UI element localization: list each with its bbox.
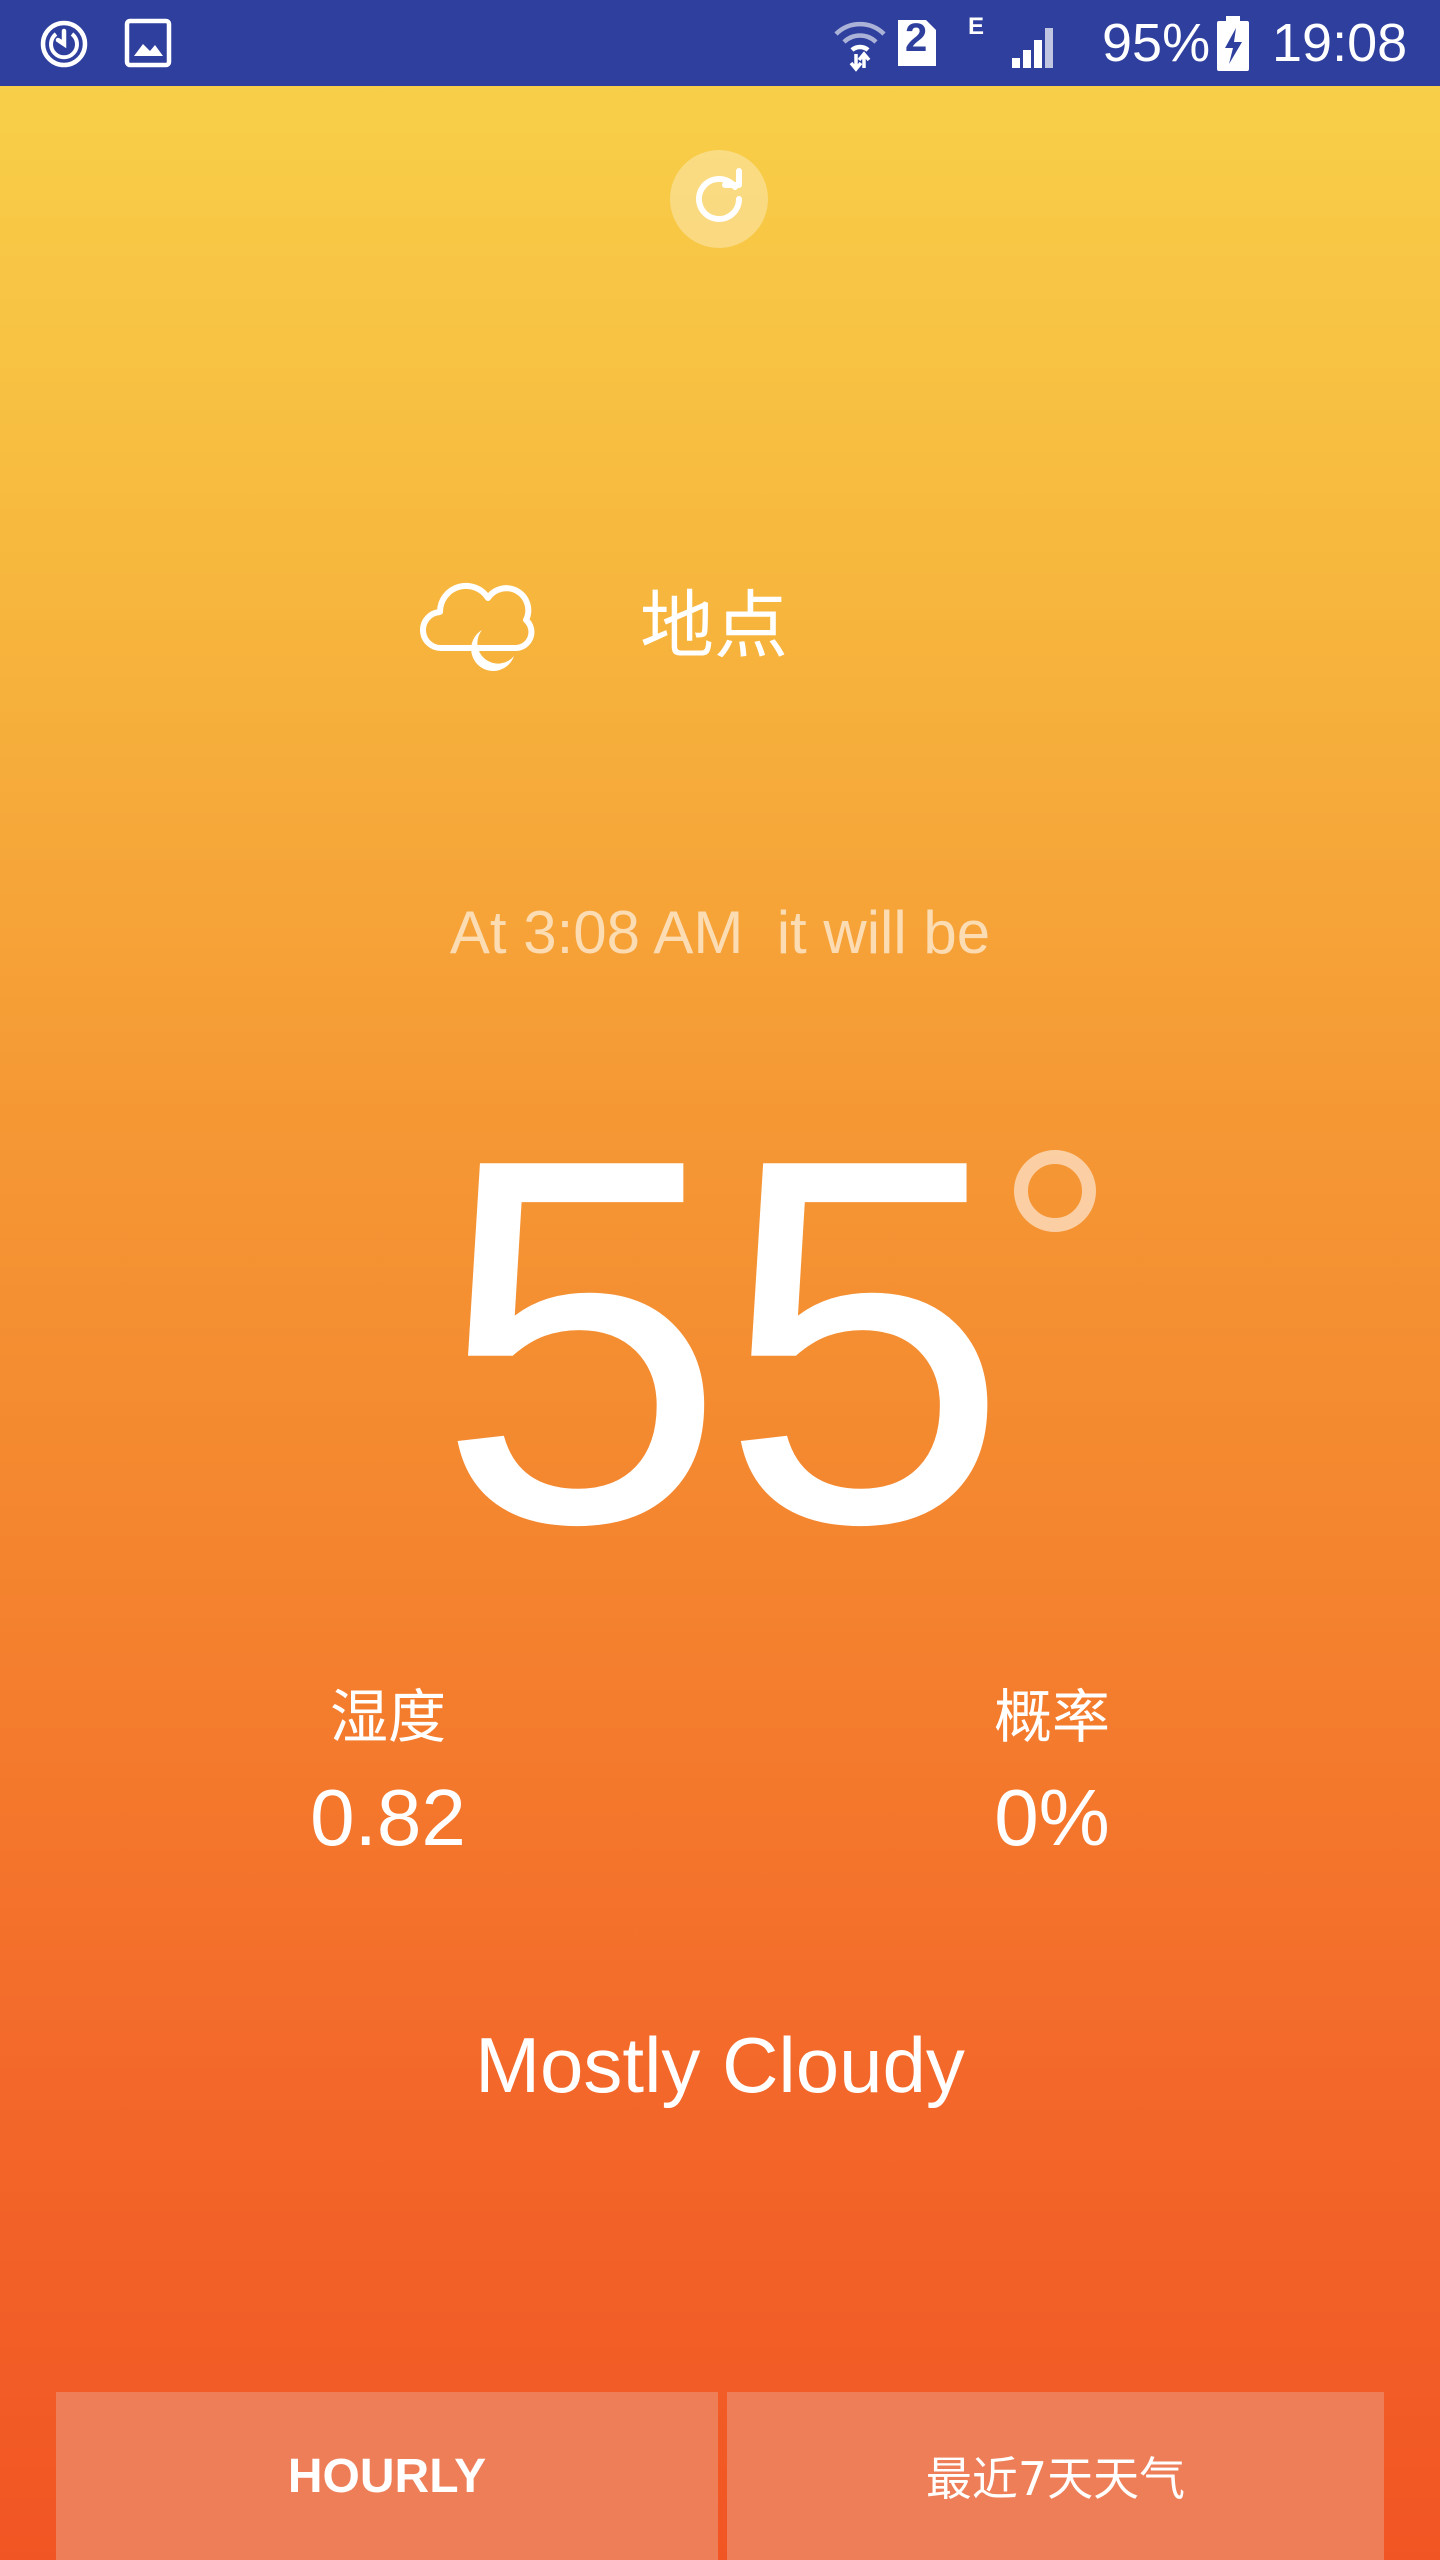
location-name: 地点 xyxy=(640,583,788,669)
battery-charging-icon xyxy=(1216,16,1250,76)
sim-2-label: 2 xyxy=(905,16,928,60)
temperature: 55 xyxy=(436,1051,1009,1632)
cloudy-night-icon xyxy=(419,570,536,684)
humidity-value: 0.82 xyxy=(310,1773,466,1862)
weather-summary: Mostly Cloudy xyxy=(475,2021,965,2109)
wifi-icon xyxy=(832,14,888,76)
clock: 19:08 xyxy=(1272,13,1408,73)
forecast-time: At 3:08 AM it will be xyxy=(449,899,991,966)
precip-value: 0% xyxy=(994,1773,1110,1862)
status-bar: 2 E 95% 19:08 xyxy=(0,0,1440,86)
sync-icon xyxy=(36,16,92,76)
weekly-forecast-button-label: 最近7天天气 xyxy=(925,2452,1186,2506)
degree-icon xyxy=(1012,1148,1098,1234)
humidity-label: 湿度 xyxy=(329,1683,446,1751)
gallery-icon xyxy=(124,18,172,72)
battery-percent: 95% xyxy=(1102,13,1211,73)
weather-screen: 2 E 95% 19:08 地点 At 3:08 AM it will be 5… xyxy=(0,0,1440,2560)
network-e-icon: E xyxy=(968,13,985,40)
refresh-icon xyxy=(689,167,749,231)
precip-label: 概率 xyxy=(993,1683,1110,1751)
refresh-button[interactable] xyxy=(670,150,768,248)
hourly-button[interactable]: HOURLY xyxy=(56,2392,718,2560)
signal-icon xyxy=(1010,20,1062,74)
weekly-forecast-button[interactable]: 最近7天天气 xyxy=(727,2392,1384,2560)
hourly-button-label: HOURLY xyxy=(287,2449,487,2503)
